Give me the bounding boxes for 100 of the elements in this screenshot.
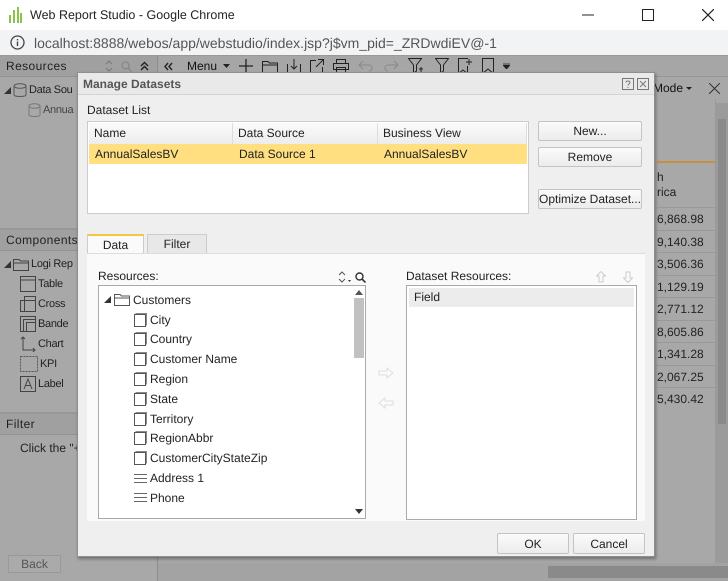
scrollbar-thumb[interactable] [548, 566, 728, 578]
field-icon [134, 352, 147, 366]
folder-icon [114, 293, 130, 306]
column-header: Field [409, 288, 634, 307]
close-icon[interactable] [702, 9, 714, 21]
table-cell-text: AnnualSalesBV [383, 146, 468, 163]
expand-triangle-icon[interactable] [104, 296, 111, 304]
label-icon [20, 376, 36, 392]
table-cell: 8,605.86 [657, 320, 715, 342]
tree-item[interactable]: CustomerCityStateZip [150, 451, 268, 466]
bar-chart-icon [8, 7, 22, 23]
scrollbar-thumb[interactable] [354, 298, 364, 358]
tree-item[interactable]: Logi Rep [31, 258, 73, 270]
menu-button[interactable]: Menu [187, 59, 218, 73]
tree-item[interactable]: Customers [133, 292, 192, 307]
database-icon [28, 102, 41, 118]
table-icon [20, 276, 36, 292]
field-icon [134, 332, 147, 346]
url-text: localhost:8888/webos/app/webstudio/index.jsp?j$vm_pid=_ZRDwdiEV@-1 [34, 34, 497, 50]
panel-title: Filter [6, 417, 36, 431]
tree-item[interactable]: RegionAbbr [150, 431, 214, 446]
table-cell: 6,868.98 [657, 207, 715, 230]
kpi-icon [20, 356, 38, 372]
crosstab-icon [20, 296, 36, 312]
dialog-button[interactable]: Remove [538, 147, 642, 167]
tree-item[interactable]: Chart [38, 338, 64, 350]
table-cell: 1,129.19 [657, 274, 715, 297]
field-icon [134, 372, 147, 386]
table-row[interactable]: AnnualSalesBV Data Source 1 AnnualSalesBV [89, 144, 527, 164]
tab[interactable]: Filter [147, 234, 207, 253]
table-cell: 1,341.28 [657, 342, 715, 364]
field-icon [134, 392, 147, 406]
printer-icon[interactable] [333, 59, 350, 73]
scroll-down-icon[interactable] [355, 509, 363, 514]
filter-icon[interactable] [435, 58, 450, 74]
dialog-button[interactable]: OK [497, 533, 569, 554]
tree-item[interactable]: Annua [43, 104, 74, 116]
scroll-up-icon[interactable] [355, 290, 363, 295]
table-cell: 2,771.12 [657, 297, 715, 320]
table-cell-text: Data Source 1 [238, 146, 317, 163]
collapse-icon[interactable] [140, 61, 149, 71]
dialog-button[interactable]: New... [538, 121, 642, 141]
search-icon[interactable] [355, 272, 366, 283]
chart-axes-icon [20, 336, 36, 352]
lines-icon [134, 474, 147, 483]
tree-item[interactable]: KPI [40, 358, 57, 370]
panel-title: Resources [6, 59, 67, 73]
tree-item[interactable]: Phone [150, 490, 185, 505]
folder-icon [13, 258, 29, 270]
panel-title: Components [6, 233, 78, 247]
column-header: Data Source [233, 123, 378, 144]
expand-triangle-icon[interactable] [4, 86, 11, 94]
dialog-button[interactable]: Optimize Dataset... [538, 189, 642, 209]
tree-item[interactable]: Label [38, 378, 64, 390]
sort-icon[interactable] [338, 271, 352, 283]
column-header: Business View [378, 123, 527, 144]
tree-item[interactable]: Territory [150, 412, 194, 426]
tree-item[interactable]: State [150, 392, 178, 406]
caret-icon[interactable] [223, 64, 230, 68]
more-caret-icon[interactable] [503, 63, 510, 69]
table-cell: 2,067.25 [657, 364, 715, 387]
tree-item[interactable]: Bande [38, 318, 68, 330]
column-header: Name [89, 123, 233, 144]
field-icon [134, 451, 147, 466]
tree-item[interactable]: Region [150, 372, 188, 386]
lines-icon [134, 493, 147, 502]
tree-item[interactable]: Customer Name [150, 352, 238, 366]
tab[interactable]: Data [87, 234, 144, 253]
help-icon[interactable] [622, 78, 634, 90]
table-cell: 3,506.36 [657, 252, 715, 274]
tree-item[interactable]: Data Sou [29, 84, 72, 96]
tree-item[interactable]: City [150, 312, 171, 327]
dialog-title: Manage Datasets [83, 76, 182, 90]
bookmark-icon[interactable] [482, 58, 494, 74]
table-cell: 9,140.38 [657, 230, 715, 252]
table-cell-text: AnnualSalesBV [94, 146, 180, 163]
tree-item[interactable]: Cross [38, 298, 66, 310]
window-title: Web Report Studio - Google Chrome [30, 8, 235, 22]
tree-item[interactable]: Country [150, 332, 192, 346]
field-icon [134, 431, 147, 446]
dataset-resources-label: Dataset Resources: [406, 269, 512, 283]
bookmark-add-icon[interactable] [458, 58, 474, 74]
resources-label: Resources: [98, 269, 159, 283]
scrollbar[interactable] [716, 103, 728, 563]
tree-item[interactable]: Address 1 [150, 471, 204, 486]
tree-item[interactable]: Table [38, 278, 63, 290]
info-icon[interactable] [10, 35, 25, 50]
address-bar[interactable]: localhost:8888/webos/app/webstudio/index.jsp?j$vm_pid=_ZRDwdiEV@-1 [0, 30, 728, 56]
field-icon [134, 412, 147, 426]
database-icon [13, 82, 27, 98]
plus-icon[interactable] [239, 59, 254, 73]
maximize-icon[interactable] [642, 9, 654, 21]
double-chevron-icon[interactable] [164, 62, 173, 70]
horizontal-scrollbar[interactable] [158, 563, 728, 581]
caret-icon[interactable] [686, 86, 692, 90]
expand-triangle-icon[interactable] [4, 260, 11, 268]
table-cell: 5,430.42 [657, 387, 715, 410]
dialog-button[interactable]: Cancel [573, 533, 645, 554]
banded-table-icon [20, 316, 36, 332]
field-icon [134, 312, 147, 327]
